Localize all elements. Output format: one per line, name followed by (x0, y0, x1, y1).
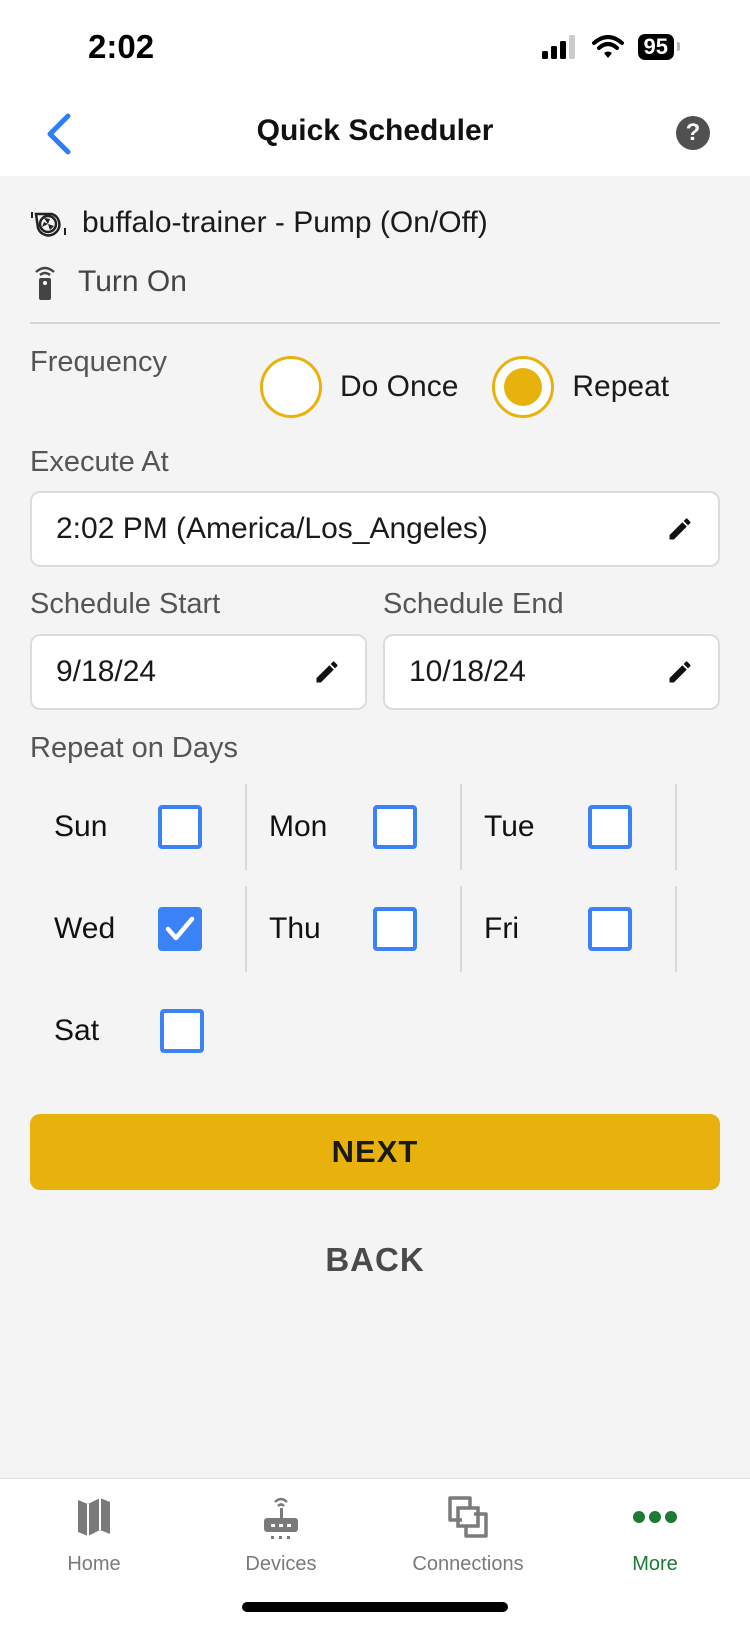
day-tue: Tue (460, 784, 677, 870)
day-label: Wed (54, 912, 116, 945)
radio-repeat-circle[interactable] (492, 356, 555, 418)
pencil-icon[interactable] (666, 658, 694, 686)
checkbox-mon[interactable] (373, 805, 417, 849)
execute-at-value: 2:02 PM (America/Los_Angeles) (56, 512, 488, 545)
day-mon: Mon (245, 784, 462, 870)
day-sun: Sun (30, 784, 247, 870)
action-row: Turn On (30, 264, 187, 300)
status-icons: 95 (541, 34, 681, 60)
checkbox-wed[interactable] (158, 907, 202, 951)
radio-repeat[interactable]: Repeat (492, 356, 669, 418)
map-icon (78, 1498, 110, 1536)
checkbox-sat[interactable] (160, 1009, 204, 1053)
device-row: buffalo-trainer - Pump (On/Off) (30, 206, 488, 240)
day-label: Sat (54, 1014, 100, 1047)
day-label: Tue (484, 810, 535, 843)
day-label: Mon (269, 810, 328, 843)
nav-bar: Quick Scheduler ? (0, 92, 750, 176)
home-indicator (242, 1602, 508, 1612)
schedule-end-field[interactable]: 10/18/24 (383, 634, 720, 710)
checkbox-sun[interactable] (158, 805, 202, 849)
day-label: Thu (269, 912, 321, 945)
schedule-end-value: 10/18/24 (409, 655, 526, 688)
day-label: Fri (484, 912, 519, 945)
day-thu: Thu (245, 886, 462, 972)
pencil-icon[interactable] (313, 658, 341, 686)
page-title: Quick Scheduler (256, 114, 494, 147)
action-name: Turn On (78, 265, 187, 298)
frequency-label: Frequency (30, 346, 168, 378)
divider (30, 322, 720, 324)
tab-more[interactable]: More (561, 1489, 749, 1589)
frequency-radio-group: Do Once Repeat (260, 356, 703, 418)
battery-icon: 95 (637, 34, 681, 60)
radio-do-once-circle[interactable] (260, 356, 322, 418)
wifi-icon (591, 35, 624, 58)
schedule-end-label: Schedule End (383, 588, 564, 620)
signal-icon (541, 35, 575, 59)
day-wed: Wed (30, 886, 247, 972)
device-name: buffalo-trainer - Pump (On/Off) (82, 206, 488, 239)
schedule-start-value: 9/18/24 (56, 655, 157, 688)
tab-devices-label: Devices (245, 1553, 317, 1575)
tab-more-label: More (632, 1553, 678, 1575)
check-icon (165, 916, 195, 941)
connections-icon (448, 1496, 488, 1538)
radio-do-once[interactable]: Do Once (260, 356, 458, 418)
tab-devices[interactable]: Devices (187, 1489, 375, 1589)
back-text-button[interactable]: BACK (30, 1222, 720, 1298)
tab-home[interactable]: Home (0, 1489, 188, 1589)
router-icon (264, 1497, 298, 1539)
schedule-start-label: Schedule Start (30, 588, 221, 620)
radio-do-once-label: Do Once (340, 370, 459, 403)
remote-icon (35, 266, 55, 300)
pump-icon (31, 212, 66, 237)
next-button[interactable]: NEXT (30, 1114, 720, 1190)
pencil-icon[interactable] (666, 515, 694, 543)
radio-repeat-label: Repeat (572, 370, 670, 403)
day-fri: Fri (460, 886, 677, 972)
day-label: Sun (54, 810, 108, 843)
tab-home-label: Home (67, 1553, 121, 1575)
status-bar: 2:02 95 (0, 0, 750, 92)
more-dots-icon (633, 1511, 677, 1523)
checkbox-thu[interactable] (373, 907, 417, 951)
execute-at-field[interactable]: 2:02 PM (America/Los_Angeles) (30, 491, 720, 567)
status-time: 2:02 (88, 28, 155, 65)
execute-at-label: Execute At (30, 446, 169, 478)
tab-connections-label: Connections (412, 1553, 524, 1575)
checkbox-tue[interactable] (588, 805, 632, 849)
checkbox-fri[interactable] (588, 907, 632, 951)
day-sat: Sat (30, 988, 245, 1074)
schedule-start-field[interactable]: 9/18/24 (30, 634, 367, 710)
help-icon[interactable]: ? (676, 116, 710, 150)
tab-connections[interactable]: Connections (374, 1489, 562, 1589)
repeat-days-label: Repeat on Days (30, 732, 238, 764)
